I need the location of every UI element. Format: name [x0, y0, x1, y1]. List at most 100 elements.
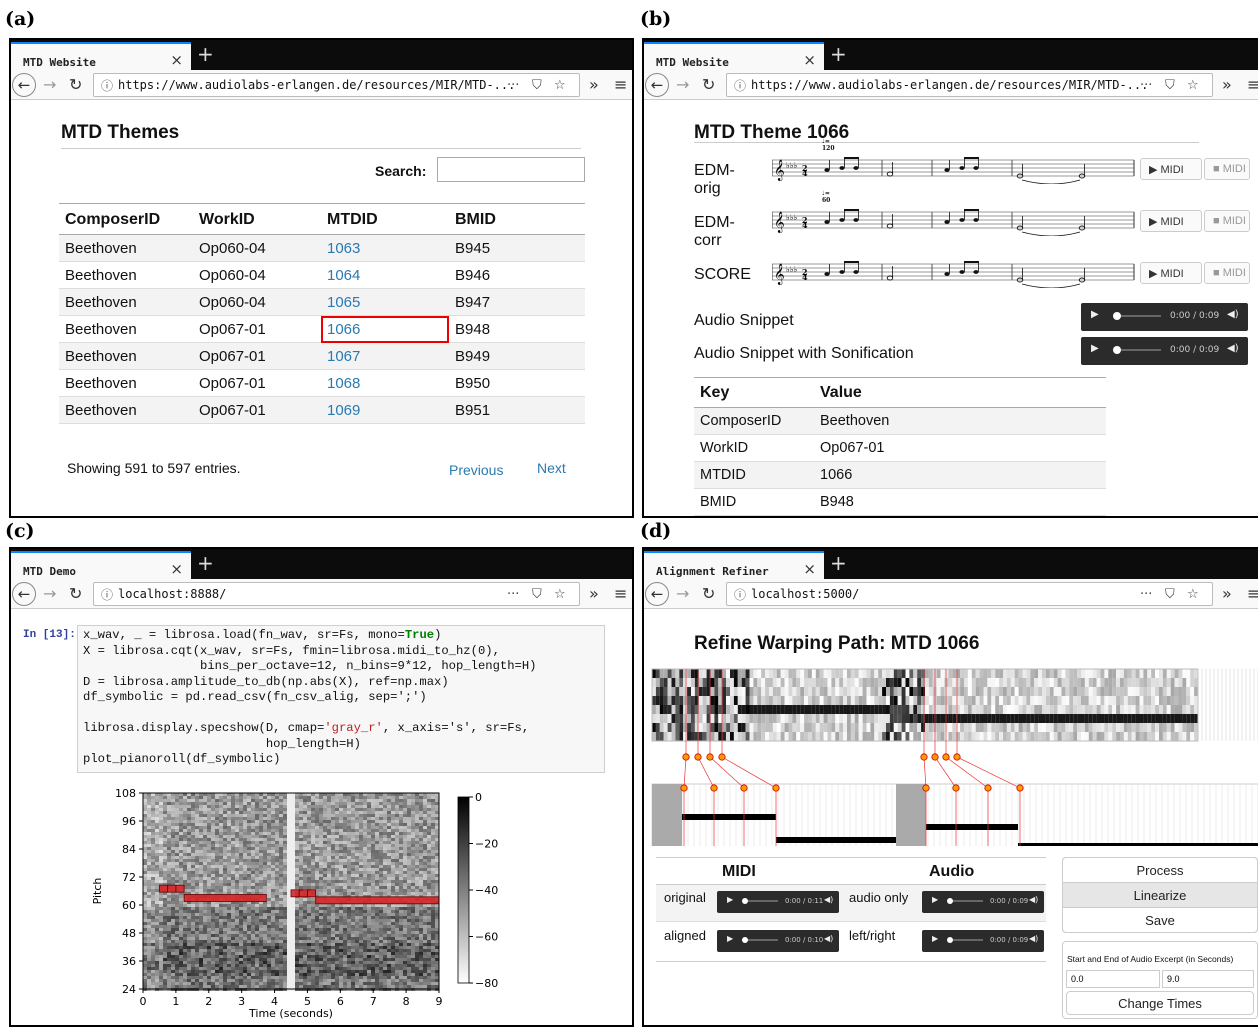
volume-icon[interactable]: ◀) [1029, 895, 1038, 904]
process-button[interactable]: Process [1062, 857, 1258, 883]
pocket-icon[interactable]: ⛉ [1165, 78, 1175, 93]
midi-stop-button[interactable]: ■ MIDI [1204, 210, 1250, 232]
reload-icon[interactable]: ↻ [702, 75, 715, 94]
new-tab-icon[interactable]: + [830, 42, 847, 66]
more-icon[interactable]: ··· [507, 78, 519, 93]
overflow-icon[interactable]: » [1222, 584, 1232, 603]
seek-track[interactable] [953, 900, 983, 902]
new-tab-icon[interactable]: + [197, 42, 214, 66]
close-icon[interactable]: × [170, 51, 183, 69]
volume-icon[interactable]: ◀) [824, 895, 833, 904]
linearize-button[interactable]: Linearize [1062, 882, 1258, 908]
audio-player[interactable]: ▶0:00 / 0:10◀) [717, 930, 839, 952]
mtdid-link[interactable]: 1069 [321, 397, 449, 424]
audio-player[interactable]: ▶0:00 / 0:11◀) [717, 891, 839, 913]
play-icon[interactable]: ▶ [1091, 309, 1099, 320]
reload-icon[interactable]: ↻ [69, 584, 82, 603]
pocket-icon[interactable]: ⛉ [532, 587, 542, 602]
overflow-icon[interactable]: » [589, 584, 599, 603]
pocket-icon[interactable]: ⛉ [532, 78, 542, 93]
info-icon[interactable]: ⓘ [734, 77, 746, 94]
play-icon[interactable]: ▶ [1091, 343, 1099, 354]
menu-icon[interactable]: ≡ [1247, 584, 1258, 603]
back-icon[interactable]: ← [12, 73, 36, 97]
menu-icon[interactable]: ≡ [614, 584, 627, 603]
col-header-bmid[interactable]: BMID [449, 206, 585, 235]
info-icon[interactable]: ⓘ [101, 586, 113, 603]
overflow-icon[interactable]: » [589, 75, 599, 94]
seek-track[interactable] [953, 939, 983, 941]
mtdid-link[interactable]: 1066 [321, 316, 449, 343]
mtdid-link[interactable]: 1063 [321, 235, 449, 262]
reload-icon[interactable]: ↻ [69, 75, 82, 94]
midi-play-button[interactable]: ▶ MIDI [1140, 158, 1202, 180]
back-icon[interactable]: ← [645, 73, 669, 97]
bookmark-star-icon[interactable]: ☆ [1187, 78, 1199, 93]
mtdid-link[interactable]: 1065 [321, 289, 449, 316]
pocket-icon[interactable]: ⛉ [1165, 587, 1175, 602]
seek-track[interactable] [1121, 349, 1161, 351]
menu-icon[interactable]: ≡ [614, 75, 627, 94]
volume-icon[interactable]: ◀) [824, 934, 833, 943]
midi-stop-button[interactable]: ■ MIDI [1204, 262, 1250, 284]
start-time-input[interactable] [1066, 970, 1160, 988]
change-times-button[interactable]: Change Times [1066, 991, 1254, 1015]
seek-track[interactable] [748, 900, 778, 902]
col-header-mtdid[interactable]: MTDID [321, 206, 449, 235]
midi-play-button[interactable]: ▶ MIDI [1140, 210, 1202, 232]
more-icon[interactable]: ··· [1140, 78, 1152, 93]
seek-handle[interactable] [1113, 312, 1121, 320]
volume-icon[interactable]: ◀) [1029, 934, 1038, 943]
reload-icon[interactable]: ↻ [702, 584, 715, 603]
seek-track[interactable] [748, 939, 778, 941]
play-icon[interactable]: ▶ [932, 895, 938, 904]
menu-icon[interactable]: ≡ [1247, 75, 1258, 94]
info-icon[interactable]: ⓘ [101, 77, 113, 94]
seek-handle[interactable] [1113, 346, 1121, 354]
url-bar[interactable]: ⓘhttps://www.audiolabs-erlangen.de/resou… [726, 73, 1213, 97]
volume-icon[interactable]: ◀) [1227, 343, 1239, 354]
close-icon[interactable]: × [803, 51, 816, 69]
seek-track[interactable] [1121, 315, 1161, 317]
back-icon[interactable]: ← [12, 582, 36, 606]
back-icon[interactable]: ← [645, 582, 669, 606]
bookmark-star-icon[interactable]: ☆ [554, 78, 566, 93]
midi-stop-button[interactable]: ■ MIDI [1204, 158, 1250, 180]
col-header-work[interactable]: WorkID [193, 206, 321, 235]
audio-player[interactable]: ▶0:00 / 0:09◀) [1081, 337, 1248, 365]
forward-icon[interactable]: → [676, 584, 689, 603]
browser-tab[interactable]: MTD Demo× [11, 551, 191, 579]
info-icon[interactable]: ⓘ [734, 586, 746, 603]
mtdid-link[interactable]: 1068 [321, 370, 449, 397]
bookmark-star-icon[interactable]: ☆ [1187, 587, 1199, 602]
play-icon[interactable]: ▶ [727, 895, 733, 904]
next-link[interactable]: Next [537, 460, 566, 476]
close-icon[interactable]: × [803, 560, 816, 578]
mtdid-link[interactable]: 1067 [321, 343, 449, 370]
warping-path-editor[interactable] [644, 661, 1258, 846]
save-button[interactable]: Save [1062, 907, 1258, 933]
audio-player[interactable]: ▶0:00 / 0:09◀) [922, 891, 1044, 913]
browser-tab[interactable]: Alignment Refiner× [644, 551, 824, 579]
new-tab-icon[interactable]: + [830, 551, 847, 575]
mtdid-link[interactable]: 1064 [321, 262, 449, 289]
forward-icon[interactable]: → [676, 75, 689, 94]
audio-player[interactable]: ▶0:00 / 0:09◀) [922, 930, 1044, 952]
bookmark-star-icon[interactable]: ☆ [554, 587, 566, 602]
overflow-icon[interactable]: » [1222, 75, 1232, 94]
end-time-input[interactable] [1162, 970, 1254, 988]
browser-tab[interactable]: MTD Website× [644, 42, 824, 70]
code-cell[interactable]: x_wav, _ = librosa.load(fn_wav, sr=Fs, m… [77, 625, 605, 773]
col-header-composer[interactable]: ComposerID [59, 206, 193, 235]
midi-play-button[interactable]: ▶ MIDI [1140, 262, 1202, 284]
close-icon[interactable]: × [170, 560, 183, 578]
volume-icon[interactable]: ◀) [1227, 309, 1239, 320]
url-bar[interactable]: ⓘlocalhost:5000/ ··· ⛉ ☆ [726, 582, 1213, 606]
browser-tab[interactable]: MTD Website× [11, 42, 191, 70]
url-bar[interactable]: ⓘlocalhost:8888/ ··· ⛉ ☆ [93, 582, 580, 606]
url-bar[interactable]: ⓘhttps://www.audiolabs-erlangen.de/resou… [93, 73, 580, 97]
more-icon[interactable]: ··· [1140, 587, 1152, 602]
audio-player[interactable]: ▶0:00 / 0:09◀) [1081, 303, 1248, 331]
previous-link[interactable]: Previous [449, 462, 503, 478]
play-icon[interactable]: ▶ [727, 934, 733, 943]
